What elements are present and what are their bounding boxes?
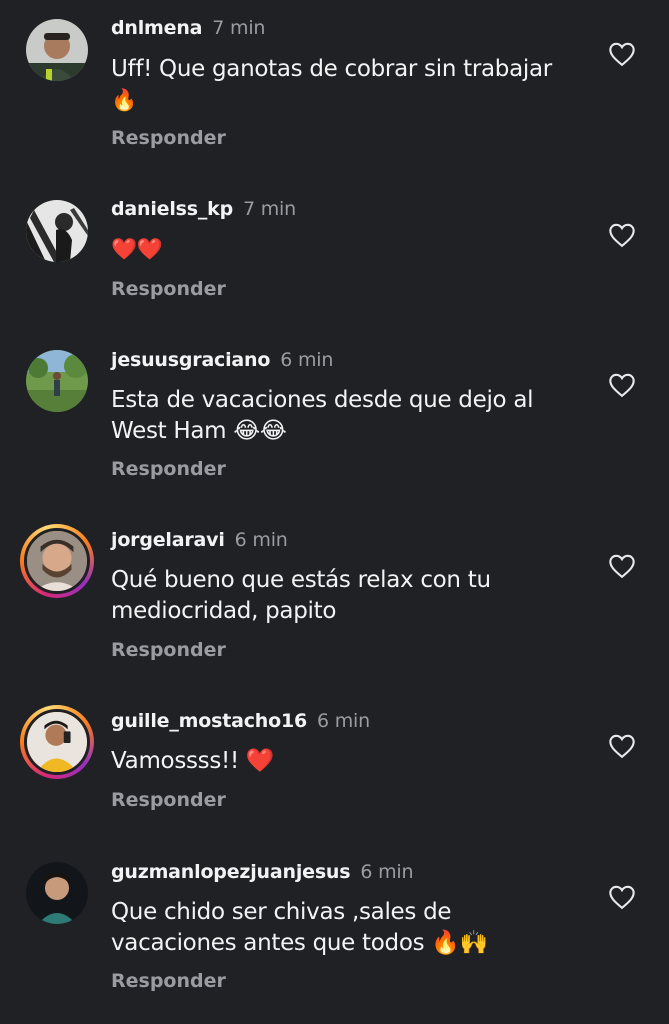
- heart-outline-icon: [609, 885, 635, 910]
- comment-username[interactable]: dnlmena 7 min: [111, 17, 265, 39]
- comment-text-line: Esta de vacaciones desde que dejo al: [111, 387, 534, 413]
- comment-text: Uff! Que ganotas de cobrar sin trabajar …: [111, 54, 581, 116]
- heart-outline-icon: [609, 734, 635, 759]
- comment-timestamp: 7 min: [243, 198, 296, 220]
- like-button[interactable]: [608, 733, 636, 761]
- avatar-photo: [26, 200, 88, 262]
- reply-button[interactable]: Responder: [111, 970, 226, 992]
- reply-button[interactable]: Responder: [111, 639, 226, 661]
- comment-text-line: mediocridad, papito: [111, 598, 337, 624]
- comment-username[interactable]: jorgelaravi 6 min: [111, 529, 288, 551]
- comment-text: Esta de vacaciones desde que dejo al Wes…: [111, 385, 581, 447]
- avatar-with-story-ring[interactable]: [20, 705, 94, 779]
- comment-text: ❤️❤️: [111, 234, 581, 265]
- username-text[interactable]: guille_mostacho16: [111, 710, 307, 732]
- like-button[interactable]: [608, 553, 636, 581]
- like-button[interactable]: [608, 372, 636, 400]
- comment-username[interactable]: guzmanlopezjuanjesus 6 min: [111, 861, 414, 883]
- comment-text-line: ❤️❤️: [111, 237, 163, 261]
- comment-text-line: Qué bueno que estás relax con tu: [111, 567, 491, 593]
- heart-outline-icon: [609, 223, 635, 248]
- comment-text: Que chido ser chivas ,sales de vacacione…: [111, 897, 581, 959]
- avatar[interactable]: [26, 862, 88, 924]
- like-button[interactable]: [608, 884, 636, 912]
- avatar-image: [27, 531, 87, 591]
- reply-button[interactable]: Responder: [111, 127, 226, 149]
- avatar-image: [26, 862, 88, 924]
- comment-text: Qué bueno que estás relax con tu mediocr…: [111, 565, 581, 627]
- avatar-image: [27, 712, 87, 772]
- reply-button[interactable]: Responder: [111, 789, 226, 811]
- username-text[interactable]: jorgelaravi: [111, 529, 225, 551]
- avatar-photo: [24, 528, 90, 594]
- like-button[interactable]: [608, 41, 636, 69]
- avatar-image: [26, 350, 88, 412]
- comment-text: Vamossss!! ❤️: [111, 746, 581, 777]
- avatar-image: [26, 200, 88, 262]
- comment-text-line: 🔥: [111, 88, 137, 112]
- comment-timestamp: 6 min: [280, 349, 334, 371]
- avatar-photo: [24, 709, 90, 775]
- comment-username[interactable]: danielss_kp 7 min: [111, 198, 296, 220]
- reply-button[interactable]: Responder: [111, 278, 226, 300]
- avatar[interactable]: [26, 19, 88, 81]
- username-text[interactable]: guzmanlopezjuanjesus: [111, 861, 351, 883]
- username-text[interactable]: danielss_kp: [111, 198, 233, 220]
- comment-username[interactable]: jesuusgraciano 6 min: [111, 349, 333, 371]
- comment-text-line: West Ham 😂😂: [111, 418, 287, 444]
- comment-text-line: Uff! Que ganotas de cobrar sin trabajar: [111, 56, 552, 82]
- heart-outline-icon: [609, 373, 635, 398]
- comment-timestamp: 7 min: [212, 17, 266, 39]
- avatar-with-story-ring[interactable]: [20, 524, 94, 598]
- heart-outline-icon: [609, 554, 635, 579]
- heart-outline-icon: [609, 42, 635, 67]
- username-text[interactable]: jesuusgraciano: [111, 349, 270, 371]
- comment-text-line: vacaciones antes que todos 🔥🙌: [111, 930, 488, 956]
- avatar-photo: [26, 862, 88, 924]
- avatar-image: [26, 19, 88, 81]
- avatar[interactable]: [26, 200, 88, 262]
- comment-text-line: Vamossss!! ❤️: [111, 748, 275, 774]
- comment-username[interactable]: guille_mostacho16 6 min: [111, 710, 370, 732]
- reply-button[interactable]: Responder: [111, 458, 226, 480]
- avatar-photo: [26, 19, 88, 81]
- comment-timestamp: 6 min: [360, 861, 414, 883]
- comment-text-line: Que chido ser chivas ,sales de: [111, 899, 452, 925]
- avatar[interactable]: [26, 350, 88, 412]
- username-text[interactable]: dnlmena: [111, 17, 202, 39]
- comment-timestamp: 6 min: [317, 710, 370, 732]
- like-button[interactable]: [608, 222, 636, 250]
- comment-timestamp: 6 min: [234, 529, 288, 551]
- avatar-photo: [26, 350, 88, 412]
